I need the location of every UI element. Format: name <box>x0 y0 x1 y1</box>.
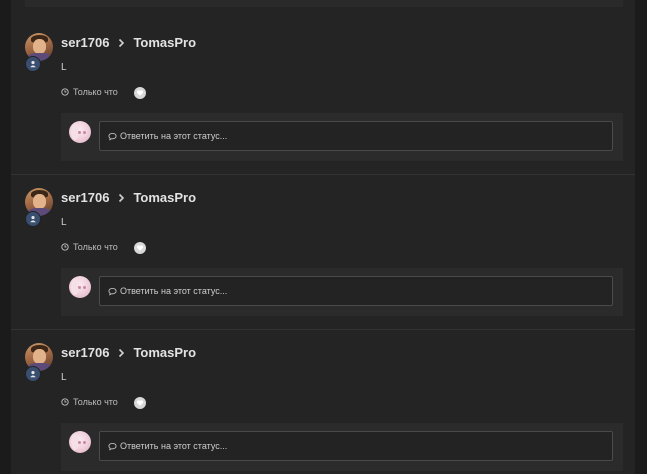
timestamp-link[interactable]: Только что <box>73 397 118 407</box>
status-header: ser1706 TomasPro <box>61 35 196 50</box>
author-link[interactable]: ser1706 <box>61 345 109 360</box>
status-meta: Только что <box>61 87 118 97</box>
clock-icon <box>61 88 69 96</box>
status-meta: Только что <box>61 242 118 252</box>
reply-placeholder: Ответить на этот статус... <box>120 286 228 296</box>
user-icon <box>25 211 41 227</box>
reply-input[interactable]: Ответить на этот статус... <box>99 121 613 151</box>
chevron-right-icon <box>116 38 126 48</box>
reply-input[interactable]: Ответить на этот статус... <box>99 276 613 306</box>
status-meta: Только что <box>61 397 118 407</box>
like-button[interactable] <box>134 242 146 254</box>
reply-placeholder: Ответить на этот статус... <box>120 131 228 141</box>
chevron-right-icon <box>116 348 126 358</box>
reply-area: Ответить на этот статус... <box>61 423 623 471</box>
status-header: ser1706 TomasPro <box>61 190 196 205</box>
like-button[interactable] <box>134 397 146 409</box>
reply-input[interactable]: Ответить на этот статус... <box>99 431 613 461</box>
speech-bubble-icon <box>108 442 117 451</box>
clock-icon <box>61 243 69 251</box>
current-user-avatar <box>69 431 91 453</box>
like-button[interactable] <box>134 87 146 99</box>
reply-area: Ответить на этот статус... <box>61 113 623 161</box>
author-link[interactable]: ser1706 <box>61 190 109 205</box>
timestamp-link[interactable]: Только что <box>73 87 118 97</box>
heart-icon <box>136 245 144 251</box>
target-link[interactable]: TomasPro <box>133 35 196 50</box>
status-post: ser1706 TomasPro L Только что Ответить н… <box>11 0 635 175</box>
heart-icon <box>136 90 144 96</box>
heart-icon <box>136 400 144 406</box>
speech-bubble-icon <box>108 132 117 141</box>
status-text: L <box>61 217 67 228</box>
user-icon <box>25 56 41 72</box>
status-feed-page: ser1706 TomasPro L Только что Ответить н… <box>0 0 647 474</box>
speech-bubble-icon <box>108 287 117 296</box>
status-post: ser1706 TomasPro L Только что Ответить н… <box>11 155 635 330</box>
chevron-right-icon <box>116 193 126 203</box>
current-user-avatar <box>69 276 91 298</box>
reply-placeholder: Ответить на этот статус... <box>120 441 228 451</box>
status-header: ser1706 TomasPro <box>61 345 196 360</box>
reply-area: Ответить на этот статус... <box>61 268 623 316</box>
target-link[interactable]: TomasPro <box>133 345 196 360</box>
user-icon <box>25 366 41 382</box>
status-post: ser1706 TomasPro L Только что Ответить н… <box>11 310 635 471</box>
status-text: L <box>61 372 67 383</box>
status-text: L <box>61 62 67 73</box>
author-link[interactable]: ser1706 <box>61 35 109 50</box>
target-link[interactable]: TomasPro <box>133 190 196 205</box>
current-user-avatar <box>69 121 91 143</box>
clock-icon <box>61 398 69 406</box>
timestamp-link[interactable]: Только что <box>73 242 118 252</box>
